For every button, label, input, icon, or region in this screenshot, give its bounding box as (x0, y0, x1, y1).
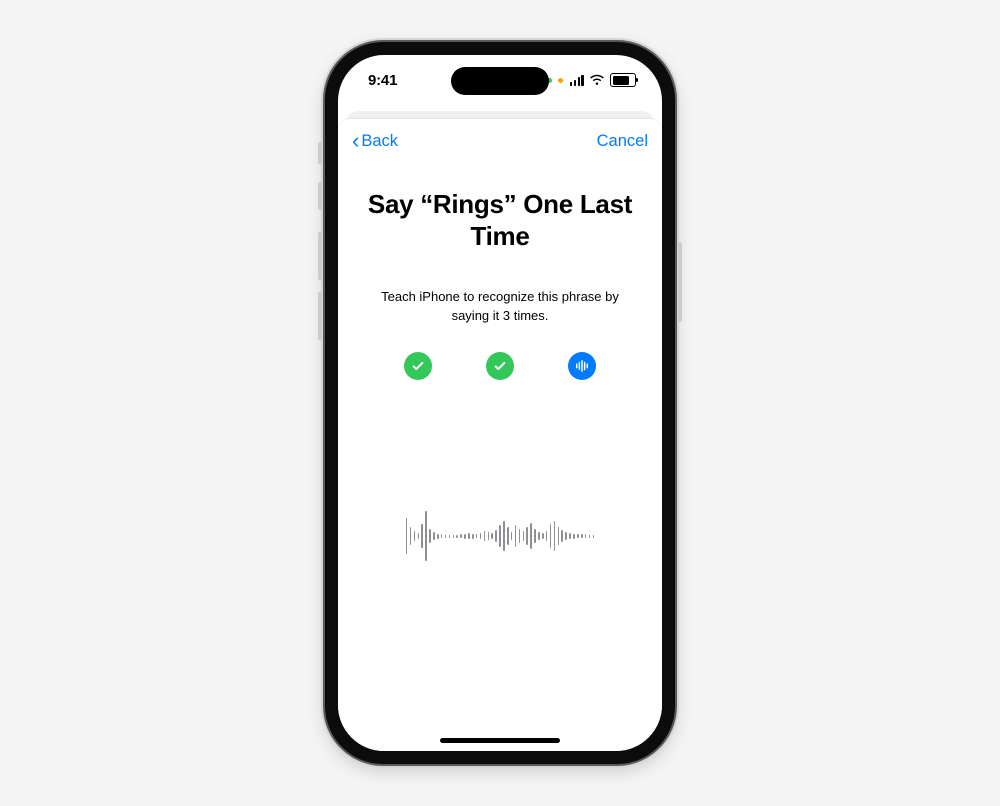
page-title: Say “Rings” One Last Time (360, 189, 640, 252)
action-button[interactable] (318, 142, 322, 164)
home-indicator[interactable] (440, 738, 560, 743)
modal-sheet: ‹ Back Cancel Say “Rings” One Last Time … (338, 119, 662, 751)
cellular-icon (570, 75, 584, 86)
chevron-left-icon: ‹ (352, 130, 359, 152)
training-progress (404, 352, 596, 380)
back-label: Back (361, 132, 398, 151)
dynamic-island (451, 67, 549, 95)
progress-step-2 (486, 352, 514, 380)
status-right-cluster (547, 73, 636, 87)
iphone-device-frame: 9:41 ‹ Back (325, 42, 675, 764)
cancel-button[interactable]: Cancel (597, 132, 648, 151)
audio-waveform (338, 501, 662, 571)
battery-icon (610, 73, 636, 87)
listening-icon (575, 359, 589, 373)
mic-indicator-dot (558, 78, 563, 83)
volume-down-button[interactable] (318, 292, 322, 340)
cancel-label: Cancel (597, 132, 648, 151)
wifi-icon (589, 74, 605, 86)
volume-up-button[interactable] (318, 232, 322, 280)
progress-step-3 (568, 352, 596, 380)
sheet-content: Say “Rings” One Last Time Teach iPhone t… (338, 163, 662, 751)
status-time: 9:41 (368, 72, 397, 89)
nav-bar: ‹ Back Cancel (338, 119, 662, 163)
screen: 9:41 ‹ Back (338, 55, 662, 751)
progress-step-1 (404, 352, 432, 380)
silence-switch[interactable] (318, 182, 322, 210)
check-icon (493, 359, 507, 373)
side-power-button[interactable] (678, 242, 682, 322)
check-icon (411, 359, 425, 373)
back-button[interactable]: ‹ Back (352, 131, 398, 152)
page-subtitle: Teach iPhone to recognize this phrase by… (370, 288, 630, 326)
